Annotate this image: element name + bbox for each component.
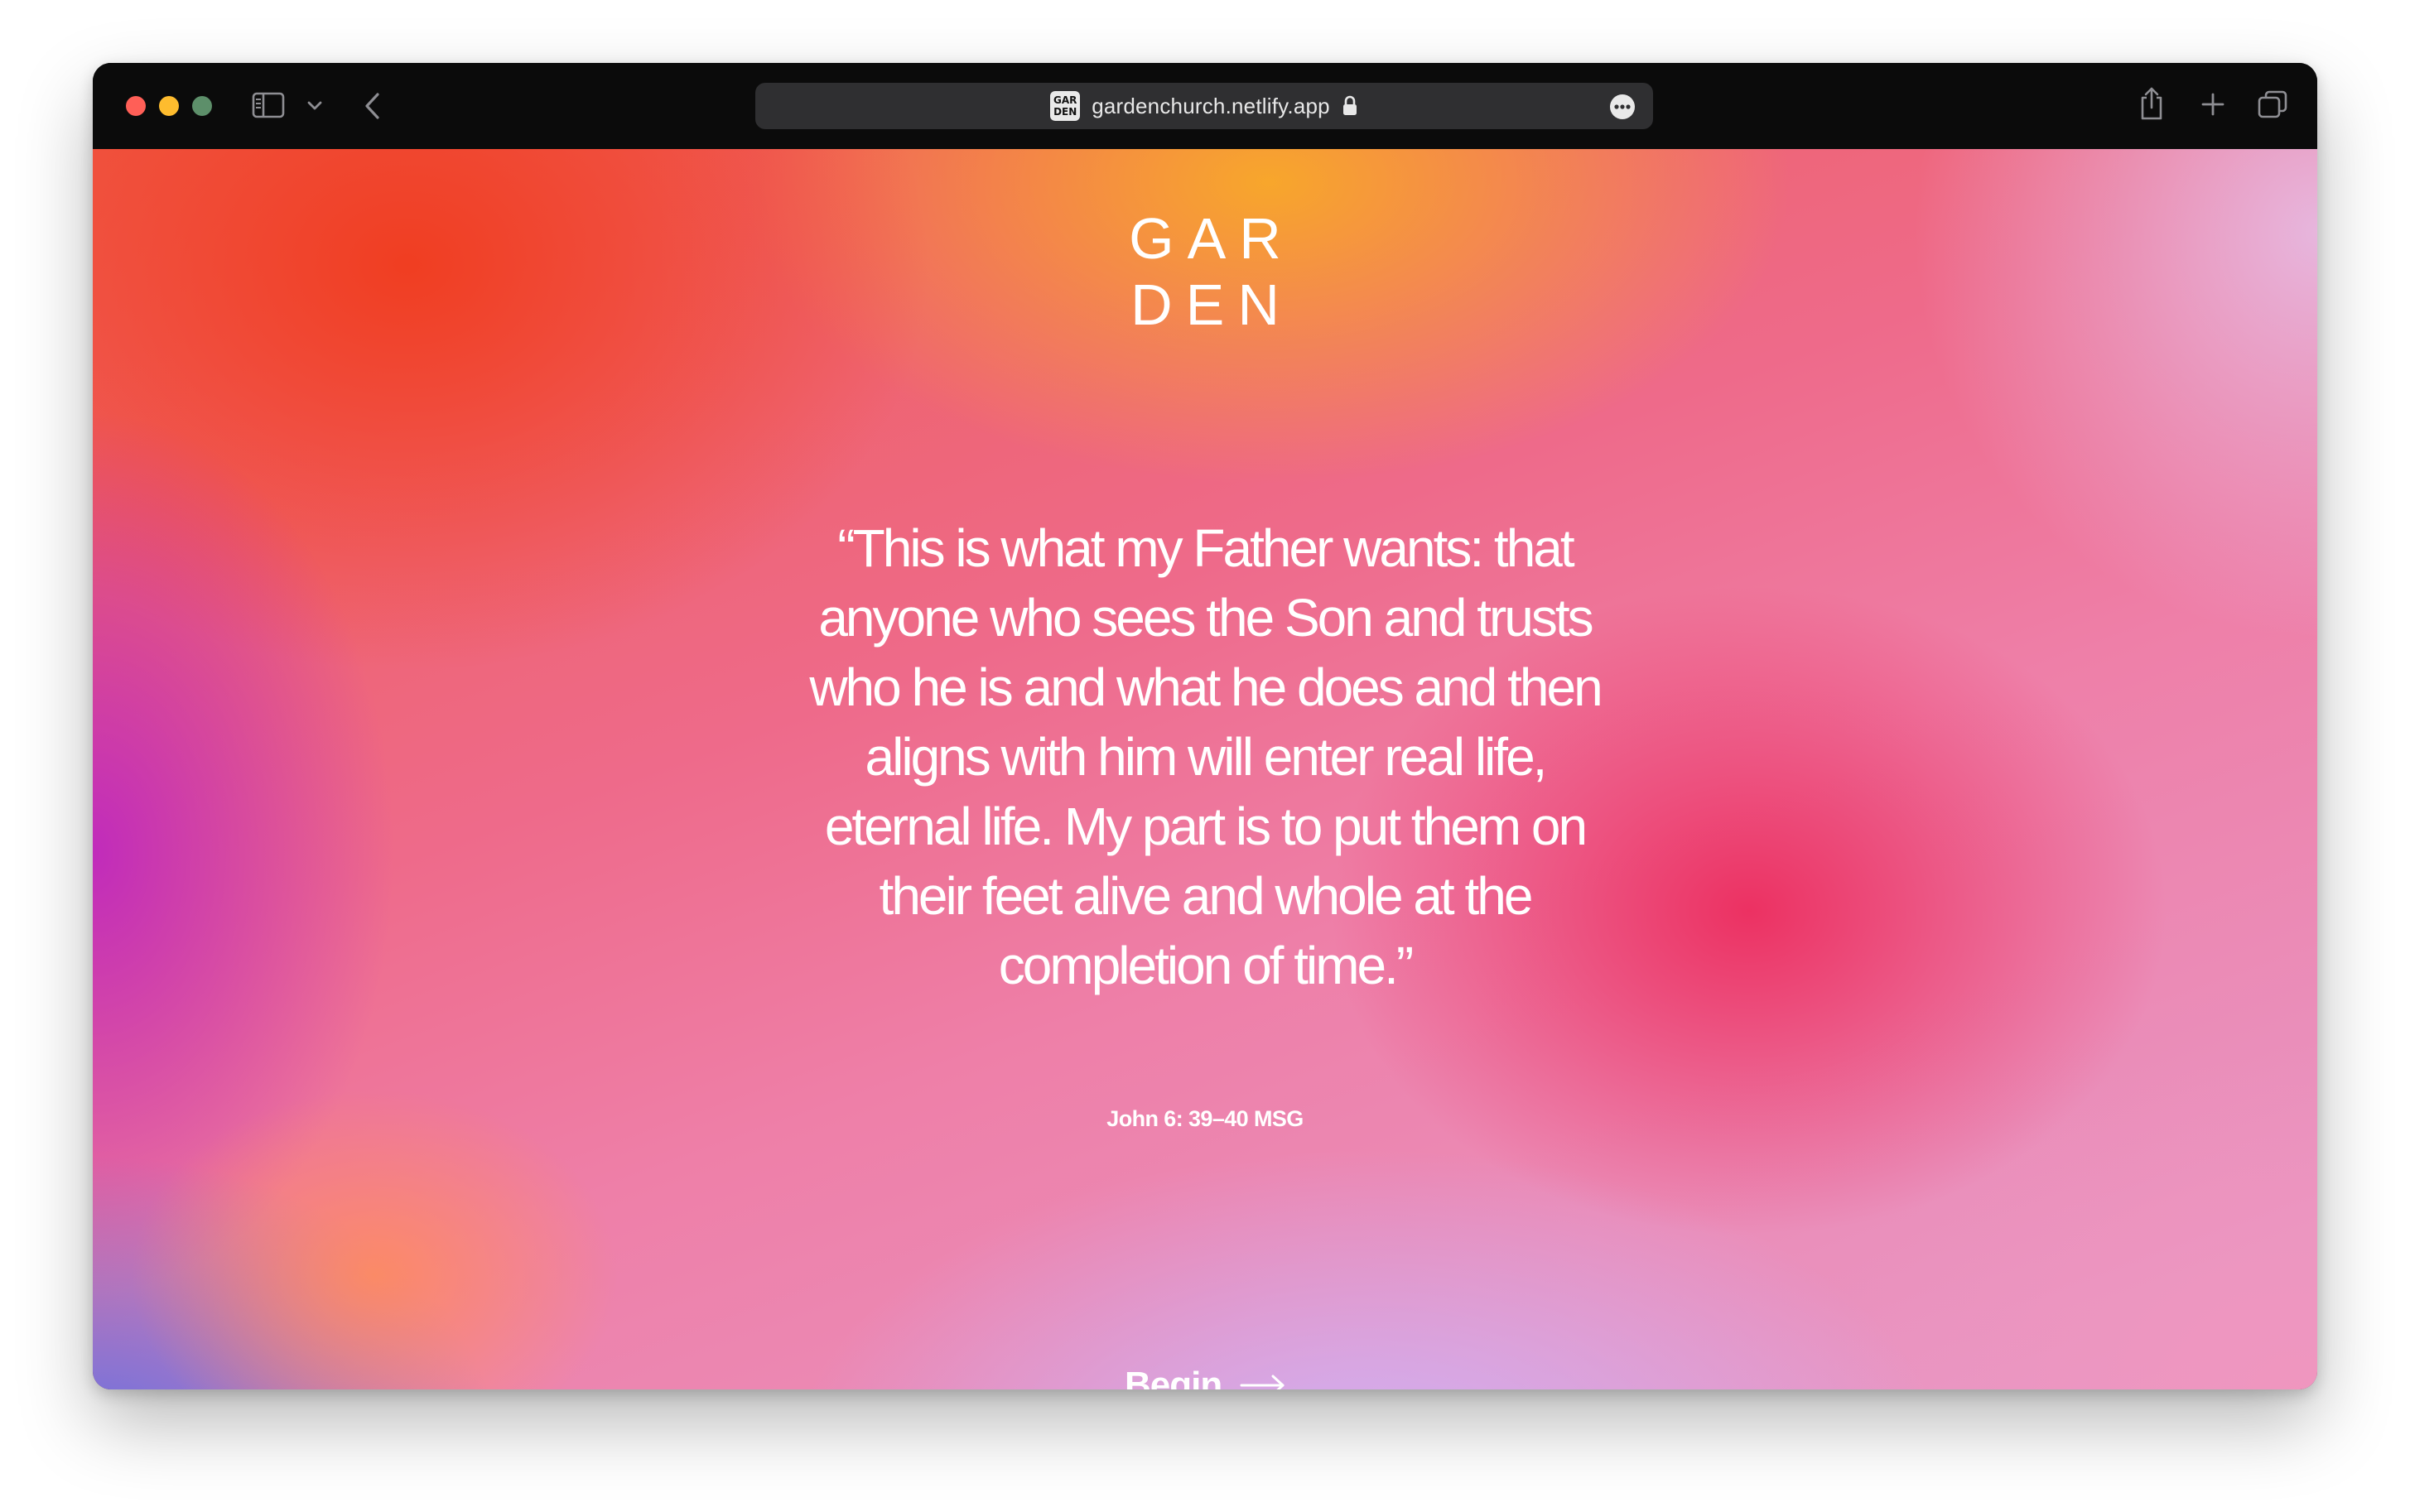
- favicon-line-2: DEN: [1053, 106, 1077, 118]
- more-icon[interactable]: [1610, 94, 1635, 119]
- zoom-window-button[interactable]: [192, 96, 212, 116]
- close-window-button[interactable]: [126, 96, 146, 116]
- lock-icon: [1342, 95, 1358, 117]
- back-chevron-icon[interactable]: [358, 89, 388, 123]
- plus-icon[interactable]: [2196, 88, 2229, 121]
- sidebar-icon[interactable]: [252, 91, 285, 119]
- begin-link[interactable]: Begin: [1125, 1365, 1286, 1389]
- scripture-quote: “This is what my Father wants: that anyo…: [809, 518, 1603, 995]
- logo-line-1: GAR: [1129, 206, 1294, 271]
- chevron-down-icon[interactable]: [305, 94, 325, 118]
- garden-logo[interactable]: GAR DEN: [93, 205, 2317, 338]
- scripture-reference: John 6: 39–40 MSG: [1106, 1106, 1304, 1131]
- tabs-icon[interactable]: [2256, 88, 2289, 121]
- browser-toolbar: GAR DEN gardenchurch.netlify.app: [93, 63, 2317, 149]
- logo-line-2: DEN: [1130, 272, 1293, 337]
- browser-window: GAR DEN gardenchurch.netlify.app GAR DEN…: [93, 63, 2317, 1389]
- begin-label: Begin: [1125, 1365, 1222, 1389]
- page-content: GAR DEN “This is what my Father wants: t…: [93, 149, 2317, 1389]
- share-icon[interactable]: [2135, 84, 2168, 123]
- favicon-line-1: GAR: [1053, 94, 1077, 106]
- site-favicon: GAR DEN: [1050, 91, 1081, 121]
- address-bar[interactable]: GAR DEN gardenchurch.netlify.app: [755, 83, 1653, 129]
- minimize-window-button[interactable]: [159, 96, 179, 116]
- arrow-right-icon: [1240, 1374, 1286, 1389]
- url-text: gardenchurch.netlify.app: [1092, 93, 1330, 118]
